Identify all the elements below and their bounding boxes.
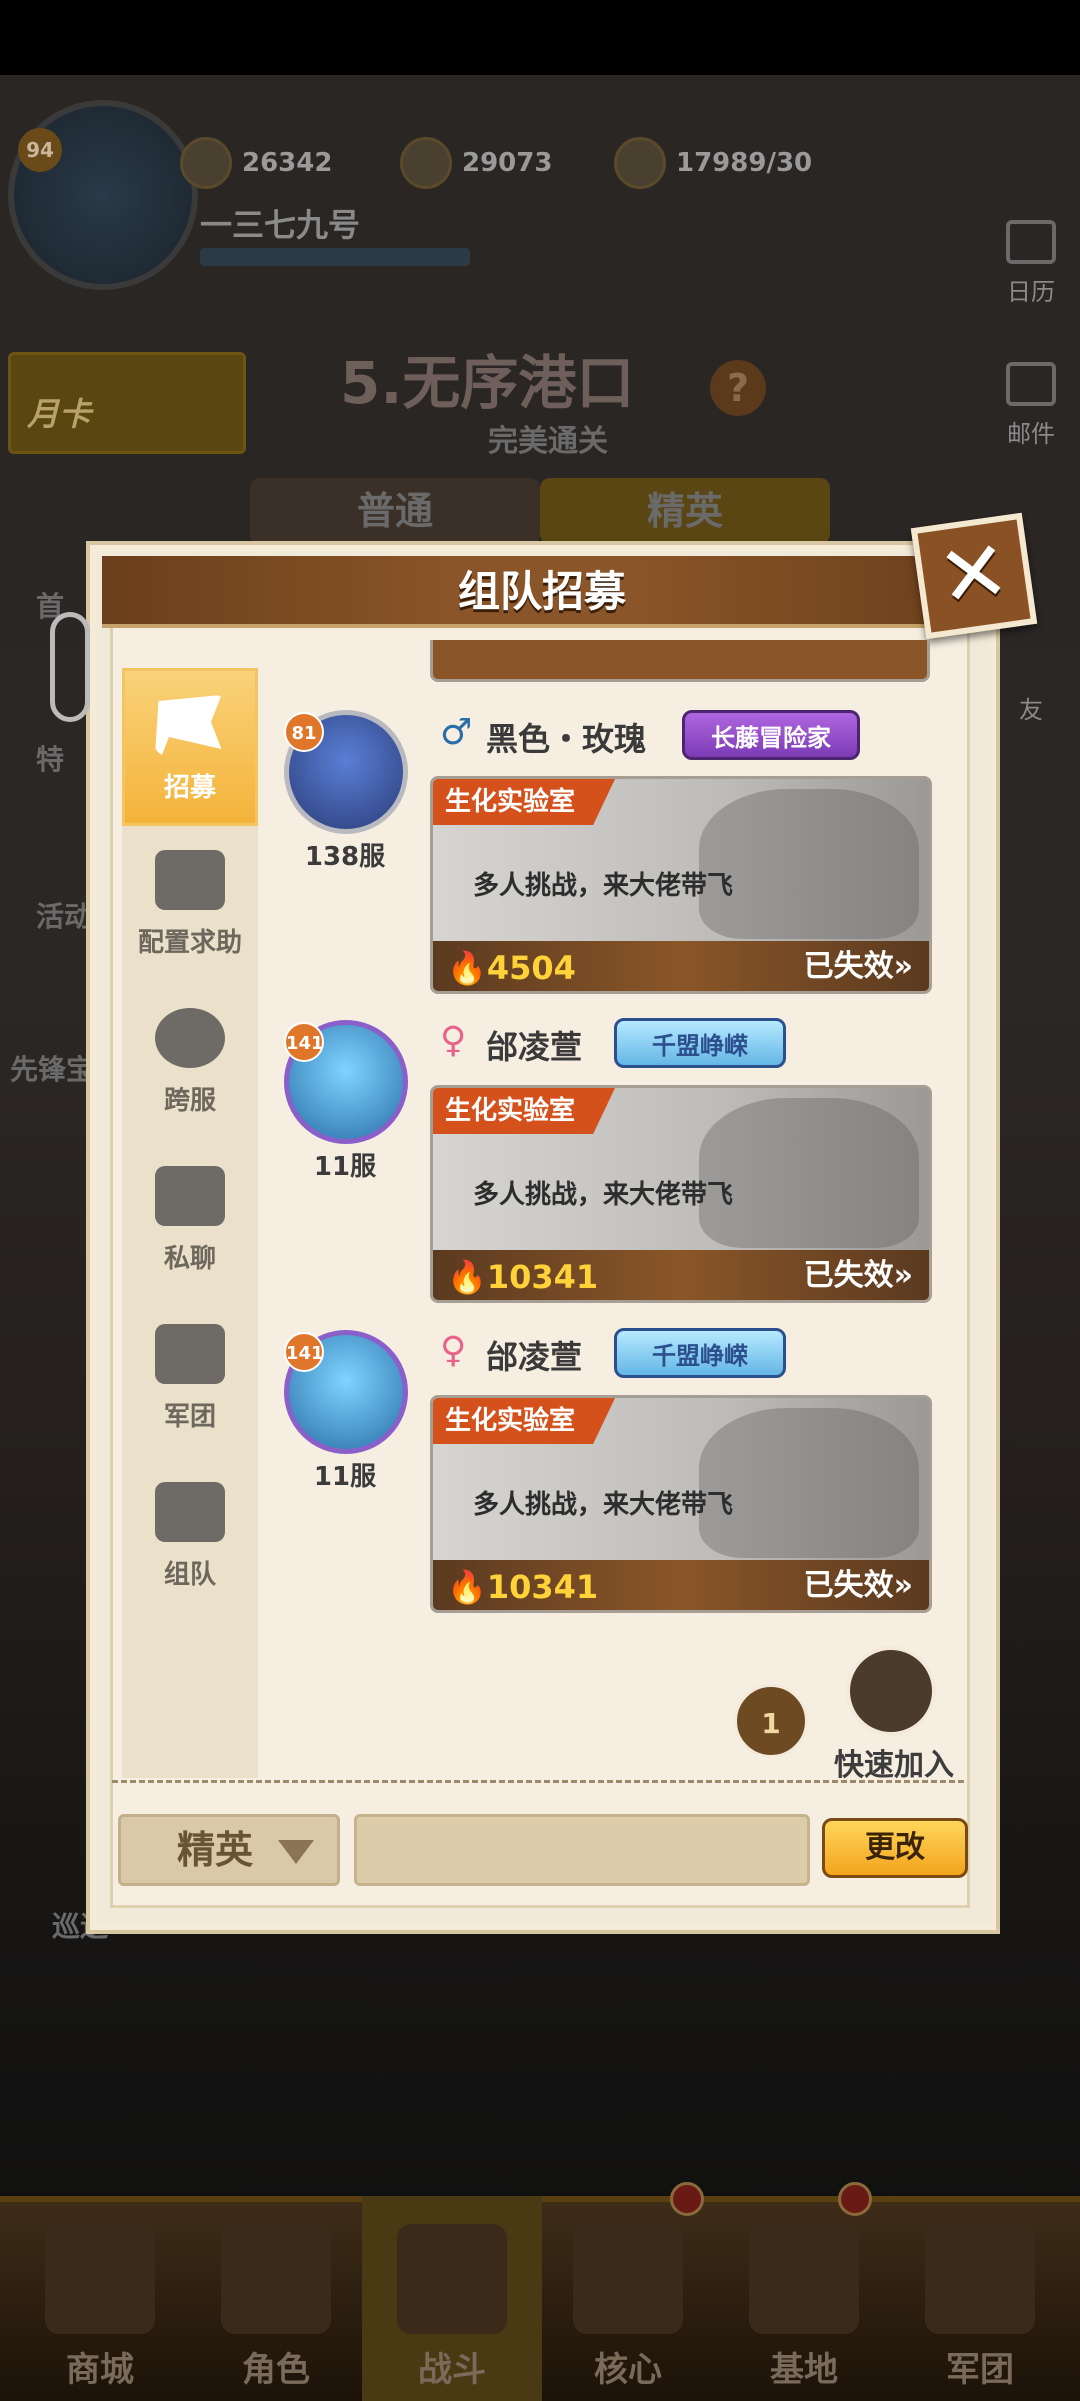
legion-shield-icon <box>155 1324 225 1384</box>
dungeon-tag: 生化实验室 <box>433 779 616 825</box>
calendar-button[interactable]: 日历 <box>996 220 1066 307</box>
mail-button[interactable]: 邮件 <box>996 362 1066 449</box>
female-icon: ♀ <box>440 1020 467 1061</box>
boss-image <box>699 789 919 939</box>
title-badge: 长藤冒险家 <box>682 710 860 760</box>
flame-icon: 🔥 <box>447 949 487 987</box>
calendar-icon <box>1006 220 1056 264</box>
male-icon: ♂ <box>440 712 473 753</box>
recruit-card-partial <box>430 640 930 682</box>
tab-elite[interactable]: 精英 <box>540 478 830 544</box>
server-label: 11服 <box>313 1462 377 1492</box>
level-badge: 141 <box>284 1332 324 1372</box>
nav-core[interactable]: 核心 <box>538 2196 718 2401</box>
player-level-badge: 94 <box>18 128 62 172</box>
tab-private-chat[interactable]: 私聊 <box>122 1142 258 1300</box>
player-name: 邰凌萱 <box>486 1028 583 1066</box>
flame-icon: 🔥 <box>447 1258 487 1296</box>
paperclip-icon <box>50 612 90 722</box>
recruit-card[interactable]: 生化实验室 多人挑战，来大佬带飞 🔥10341 已失效» <box>430 1085 932 1303</box>
player-name: 一三七九号 <box>200 206 361 244</box>
tab-cross-server[interactable]: 跨服 <box>122 984 258 1142</box>
tab-config-help[interactable]: 配置求助 <box>122 826 258 984</box>
quick-join-icon[interactable] <box>846 1646 936 1736</box>
tab-team[interactable]: 组队 <box>122 1458 258 1616</box>
divider <box>112 1780 964 1783</box>
recruit-message: 多人挑战，来大佬带飞 <box>473 1180 734 1210</box>
level-badge: 141 <box>284 1022 324 1062</box>
server-label: 11服 <box>313 1152 377 1182</box>
exp-bar <box>200 248 470 266</box>
female-icon: ♀ <box>440 1330 467 1371</box>
planet-icon <box>155 1008 225 1068</box>
notification-dot <box>670 2182 704 2216</box>
resource-diamond[interactable]: 26342 <box>180 137 332 189</box>
expired-link[interactable]: 已失效» <box>804 1250 913 1294</box>
title-badge: 千盟峥嵘 <box>614 1018 786 1068</box>
nav-character[interactable]: 角色 <box>186 2196 366 2401</box>
boss-image <box>699 1408 919 1558</box>
recruit-card[interactable]: 生化实验室 多人挑战，来大佬带飞 🔥10341 已失效» <box>430 1395 932 1613</box>
shop-icon <box>45 2224 155 2334</box>
flame-icon: 🔥 <box>447 1568 487 1606</box>
status-bar <box>0 0 1080 75</box>
tab-legion[interactable]: 军团 <box>122 1300 258 1458</box>
player-name: 黑色・玫瑰 <box>486 720 647 758</box>
character-icon <box>221 2224 331 2334</box>
stage-title: 5.无序港口 <box>340 349 635 417</box>
server-label: 138服 <box>304 842 386 872</box>
power-value: 🔥10341 <box>447 1258 599 1296</box>
message-input[interactable] <box>354 1814 810 1886</box>
legion-shield-icon <box>925 2224 1035 2334</box>
close-icon: ✕ <box>932 520 1016 628</box>
resource-stamina[interactable]: 17989/30 <box>614 137 812 189</box>
meat-icon <box>614 137 666 189</box>
chevron-down-icon[interactable] <box>278 1840 314 1864</box>
notification-dot <box>838 2182 872 2216</box>
recruit-message: 多人挑战，来大佬带飞 <box>473 1490 734 1520</box>
expired-link[interactable]: 已失效» <box>804 1560 913 1604</box>
nav-shop[interactable]: 商城 <box>10 2196 190 2401</box>
expired-link[interactable]: 已失效» <box>804 941 913 985</box>
dungeon-tag: 生化实验室 <box>433 1398 616 1444</box>
nav-base[interactable]: 基地 <box>714 2196 894 2401</box>
help-icon[interactable]: ? <box>710 360 766 416</box>
power-value: 🔥10341 <box>447 1568 599 1606</box>
tab-normal[interactable]: 普通 <box>250 478 540 544</box>
base-icon <box>749 2224 859 2334</box>
chat-bubble-icon <box>155 1482 225 1542</box>
quick-join-button[interactable]: 快速加入 <box>824 1740 964 1784</box>
friends-button[interactable]: 友 <box>996 690 1066 725</box>
close-button[interactable]: ✕ <box>910 512 1038 640</box>
flag-icon <box>155 695 222 755</box>
mail-icon <box>1006 362 1056 406</box>
diamond-icon <box>180 137 232 189</box>
queue-count-badge: 1 <box>734 1684 808 1758</box>
player-name: 邰凌萱 <box>486 1338 583 1376</box>
tab-recruit[interactable]: 招募 <box>122 668 258 826</box>
power-value: 🔥4504 <box>447 949 576 987</box>
recruit-message: 多人挑战，来大佬带飞 <box>473 871 734 901</box>
gear-wrench-icon <box>155 850 225 910</box>
nav-legion[interactable]: 军团 <box>890 2196 1070 2401</box>
chat-bubble-icon <box>155 1166 225 1226</box>
boss-image <box>699 1098 919 1248</box>
stage-subtitle: 完美通关 <box>488 424 608 459</box>
change-button[interactable]: 更改 <box>822 1818 968 1878</box>
coin-icon <box>400 137 452 189</box>
core-icon <box>573 2224 683 2334</box>
level-badge: 81 <box>284 712 324 752</box>
dungeon-tag: 生化实验室 <box>433 1088 616 1134</box>
month-card-button[interactable]: 月卡 <box>8 352 246 454</box>
nav-battle[interactable]: 战斗 <box>362 2196 542 2401</box>
recruit-card[interactable]: 生化实验室 多人挑战，来大佬带飞 🔥4504 已失效» <box>430 776 932 994</box>
dialog-title: 组队招募 <box>457 567 626 616</box>
title-badge: 千盟峥嵘 <box>614 1328 786 1378</box>
guns-icon <box>397 2224 507 2334</box>
resource-coin[interactable]: 29073 <box>400 137 552 189</box>
